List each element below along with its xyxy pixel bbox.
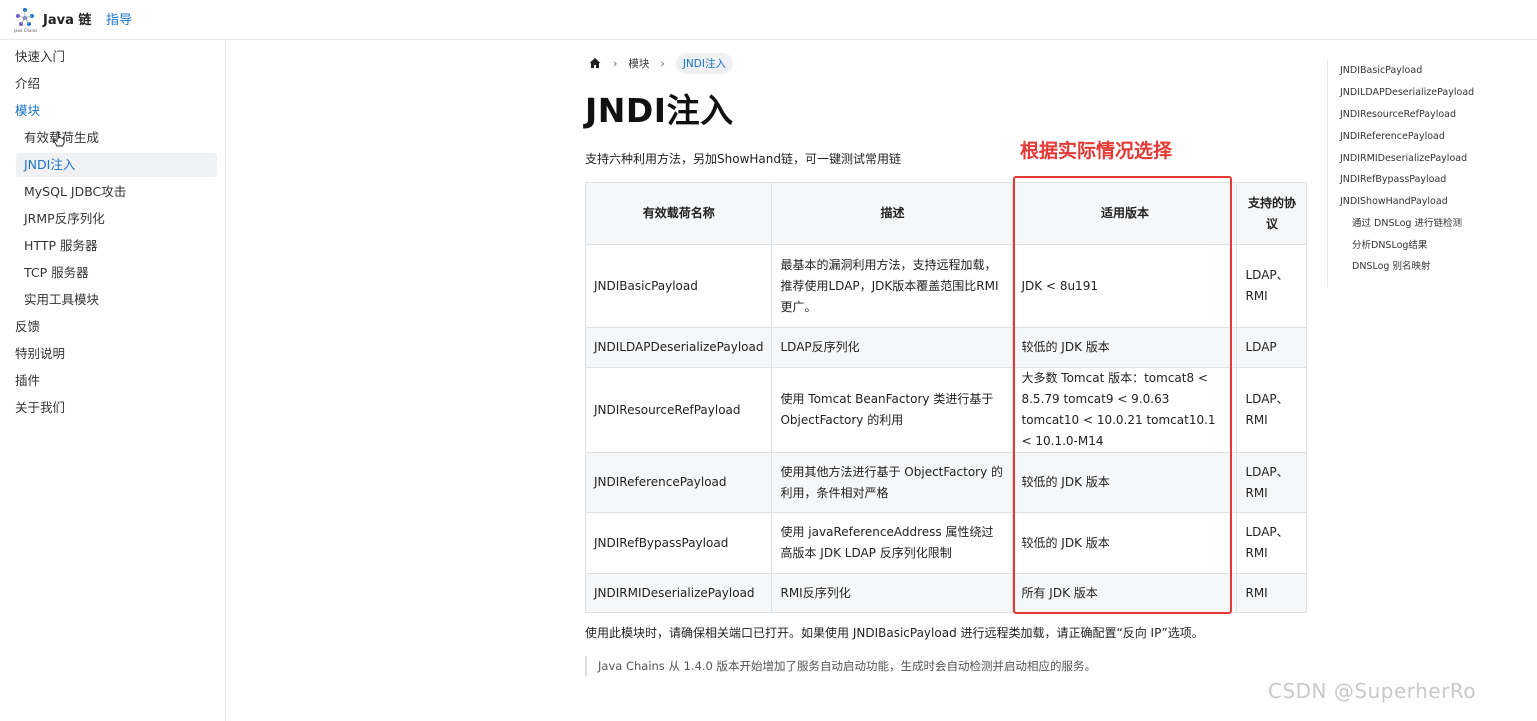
toc-subitem[interactable]: 分析DNSLog结果 [1352, 239, 1427, 253]
csdn-watermark: CSDN @SuperherRo [1268, 679, 1477, 703]
chevron-right-icon: › [613, 56, 618, 70]
toc-item[interactable]: JNDIShowHandPayload [1340, 195, 1448, 209]
sidebar-item-http-server[interactable]: HTTP 服务器 [24, 235, 97, 257]
toc-item[interactable]: JNDIResourceRefPayload [1340, 108, 1456, 122]
toc-item[interactable]: JNDIReferencePayload [1340, 130, 1445, 144]
payload-desc-cell: 使用 Tomcat BeanFactory 类进行基于 ObjectFactor… [771, 367, 1014, 453]
sidebar-item-about[interactable]: 关于我们 [15, 397, 65, 419]
table-header: 支持的协议 [1236, 182, 1308, 245]
payload-version-cell: 较低的 JDK 版本 [1012, 327, 1238, 368]
sidebar-item-utilities[interactable]: 实用工具模块 [24, 289, 99, 311]
payload-name-cell: JNDIResourceRefPayload [584, 367, 773, 453]
payload-name-cell: JNDILDAPDeserializePayload [584, 327, 773, 368]
payload-version-cell: JDK < 8u191 [1012, 244, 1238, 328]
payload-protocol-cell: LDAP、RMI [1236, 512, 1308, 574]
toc-item[interactable]: JNDILDAPDeserializePayload [1340, 86, 1474, 100]
toc-item[interactable]: JNDIRefBypassPayload [1340, 173, 1446, 187]
table-row: JNDIRefBypassPayload 使用 javaReferenceAdd… [584, 512, 1308, 574]
payload-version-cell: 较低的 JDK 版本 [1012, 512, 1238, 574]
payload-desc-cell: 最基本的漏洞利用方法，支持远程加载，推荐使用LDAP，JDK版本覆盖范围比RMI… [771, 244, 1014, 328]
payload-protocol-cell: LDAP、RMI [1236, 452, 1308, 513]
toc-item[interactable]: JNDIRMIDeserializePayload [1340, 152, 1467, 166]
page-title: JNDI注入 [585, 91, 734, 130]
sidebar-item-special-notes[interactable]: 特别说明 [15, 343, 65, 365]
java-chains-logo-icon[interactable] [14, 7, 36, 29]
payload-desc-cell: LDAP反序列化 [771, 327, 1014, 368]
nav-guide-link[interactable]: 指导 [106, 9, 132, 28]
table-row: JNDIReferencePayload 使用其他方法进行基于 ObjectFa… [584, 452, 1308, 513]
table-row: JNDIBasicPayload 最基本的漏洞利用方法，支持远程加载，推荐使用L… [584, 244, 1308, 328]
toc-item[interactable]: JNDIBasicPayload [1340, 64, 1422, 78]
payload-name-cell: JNDIRefBypassPayload [584, 512, 773, 574]
site-brand[interactable]: Java 链 [43, 9, 91, 28]
toc-subitem[interactable]: 通过 DNSLog 进行链检测 [1352, 217, 1462, 231]
payload-version-cell: 大多数 Tomcat 版本：tomcat8 < 8.5.79 tomcat9 <… [1012, 367, 1238, 453]
payload-desc-cell: 使用其他方法进行基于 ObjectFactory 的利用，条件相对严格 [771, 452, 1014, 513]
sidebar-item-plugins[interactable]: 插件 [15, 370, 40, 392]
table-of-contents: JNDIBasicPayload JNDILDAPDeserializePayl… [1327, 60, 1507, 287]
table-row: JNDIResourceRefPayload 使用 Tomcat BeanFac… [584, 367, 1308, 453]
sidebar-item-feedback[interactable]: 反馈 [15, 316, 40, 338]
table-header: 描述 [771, 182, 1014, 245]
payload-desc-cell: 使用 javaReferenceAddress 属性绕过高版本 JDK LDAP… [771, 512, 1014, 574]
toc-subitem[interactable]: DNSLog 别名映射 [1352, 260, 1430, 274]
payload-protocol-cell: RMI [1236, 573, 1308, 613]
payload-name-cell: JNDIReferencePayload [584, 452, 773, 513]
sidebar-item-jndi[interactable]: JNDI注入 [24, 154, 75, 176]
table-header-row: 有效载荷名称 描述 适用版本 支持的协议 [584, 182, 1308, 245]
payload-desc-cell: RMI反序列化 [771, 573, 1014, 613]
payload-protocol-cell: LDAP [1236, 327, 1308, 368]
info-blockquote: Java Chains 从 1.4.0 版本开始增加了服务自动启动功能，生成时会… [585, 656, 1096, 676]
usage-note: 使用此模块时，请确保相关端口已打开。如果使用 JNDIBasicPayload … [585, 626, 1204, 640]
hand-cursor-icon [53, 131, 65, 147]
table-header: 适用版本 [1012, 182, 1238, 245]
table-header: 有效载荷名称 [584, 182, 773, 245]
table-row: JNDIRMIDeserializePayload RMI反序列化 所有 JDK… [584, 573, 1308, 613]
sidebar-item-jrmp[interactable]: JRMP反序列化 [24, 208, 105, 230]
payload-name-cell: JNDIBasicPayload [584, 244, 773, 328]
payload-name-cell: JNDIRMIDeserializePayload [584, 573, 773, 613]
sidebar-item-modules[interactable]: 模块 [15, 100, 40, 122]
payload-table: 有效载荷名称 描述 适用版本 支持的协议 JNDIBasicPayload 最基… [584, 182, 1308, 613]
sidebar-item-quickstart[interactable]: 快速入门 [15, 46, 65, 68]
breadcrumb-parent[interactable]: 模块 [628, 56, 649, 71]
table-row: JNDILDAPDeserializePayload LDAP反序列化 较低的 … [584, 327, 1308, 368]
page-intro: 支持六种利用方法，另加ShowHand链，可一键测试常用链 [585, 152, 901, 166]
payload-protocol-cell: LDAP、RMI [1236, 244, 1308, 328]
top-navbar: Java Chains Java 链 指导 [0, 0, 1537, 40]
chevron-right-icon: › [660, 56, 665, 70]
breadcrumb-current: JNDI注入 [675, 52, 733, 74]
payload-version-cell: 所有 JDK 版本 [1012, 573, 1238, 613]
payload-protocol-cell: LDAP、RMI [1236, 367, 1308, 453]
sidebar-item-intro[interactable]: 介绍 [15, 73, 40, 95]
breadcrumb: › 模块 › JNDI注入 [588, 52, 733, 74]
payload-version-cell: 较低的 JDK 版本 [1012, 452, 1238, 513]
logo-caption: Java Chains [14, 28, 38, 33]
sidebar-item-tcp-server[interactable]: TCP 服务器 [24, 262, 89, 284]
home-icon[interactable] [588, 56, 602, 70]
red-annotation-label: 根据实际情况选择 [1020, 140, 1173, 162]
sidebar-item-mysql-jdbc[interactable]: MySQL JDBC攻击 [24, 181, 126, 203]
